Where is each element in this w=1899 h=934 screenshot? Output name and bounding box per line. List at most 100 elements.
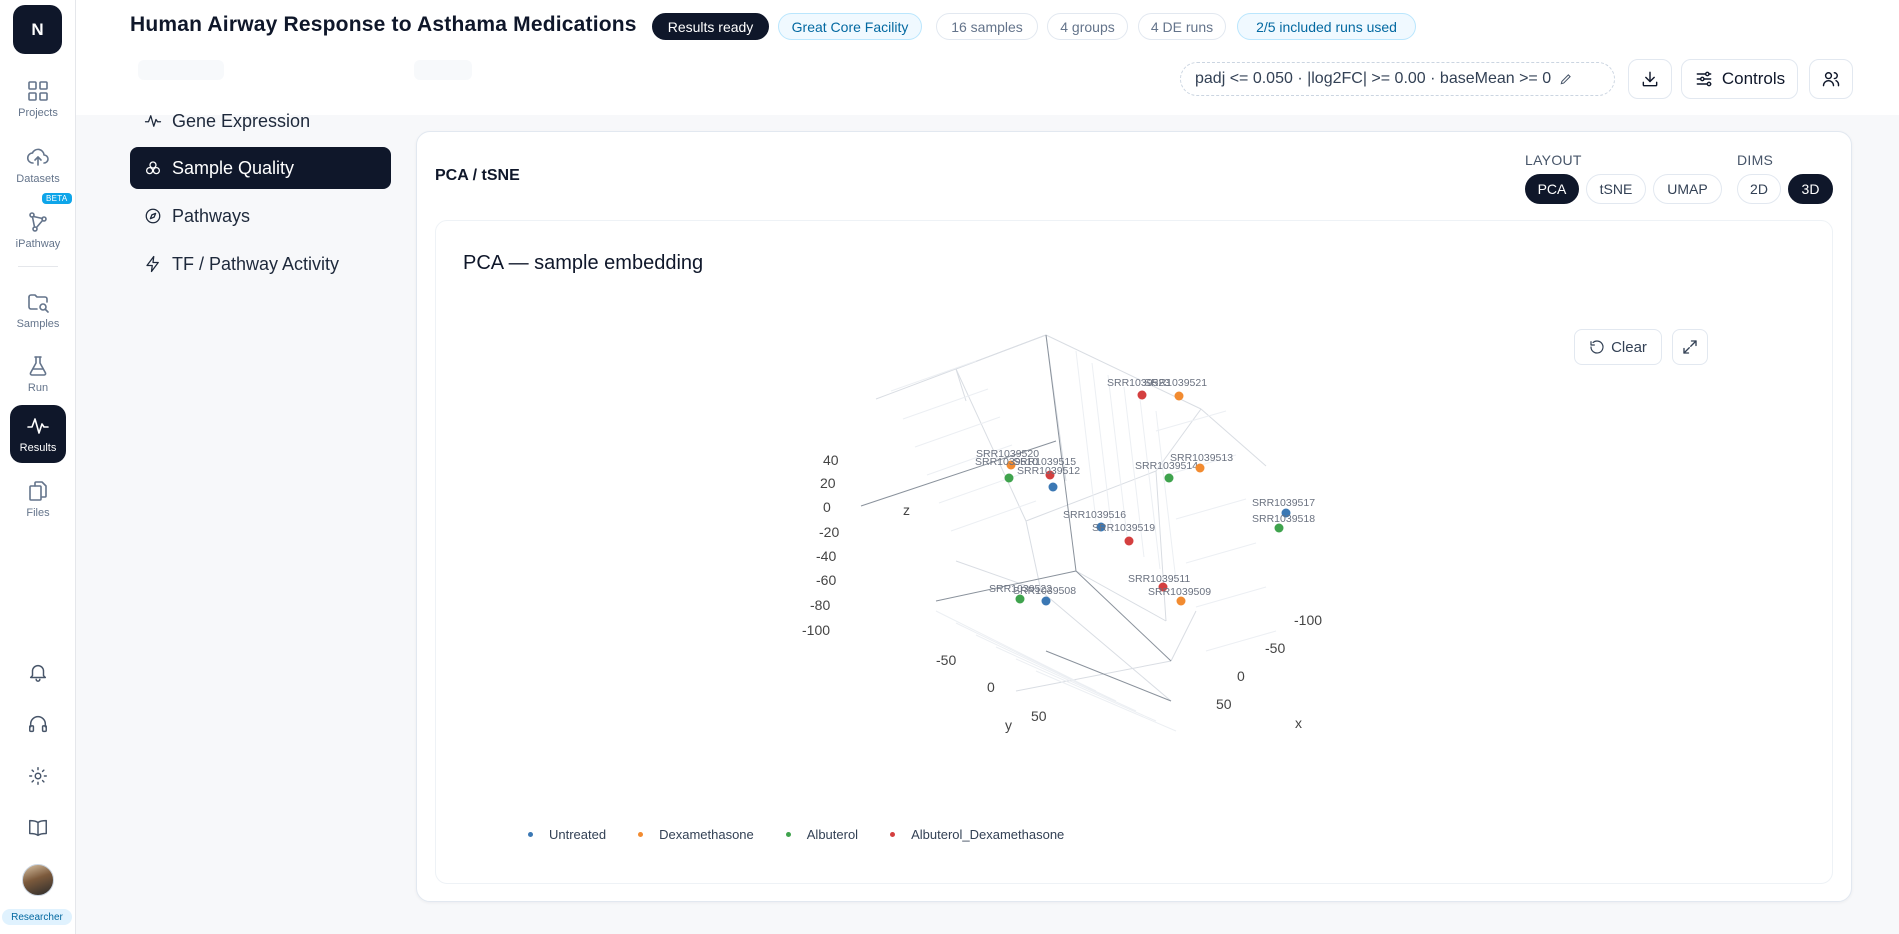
z-tick-label: -60 [816, 572, 836, 588]
headphones-icon [29, 716, 47, 733]
legend-label: Dexamethasone [659, 827, 754, 842]
grid-line [1155, 410, 1227, 432]
clear-button[interactable]: Clear [1574, 329, 1662, 365]
pca-3d-plot[interactable]: 40 20 0 -20 -40 -60 -80 -100 -50 0 50 -100 -50 0 50 z y x… [436, 221, 1832, 883]
runs-used-badge[interactable]: 2/5 included runs used [1237, 13, 1416, 40]
point-srr1039512 [1048, 482, 1058, 492]
point-label: SRR1039511 [1128, 573, 1190, 585]
flask-icon [29, 356, 47, 376]
rotate-ccw-icon [1590, 340, 1604, 354]
dims-option-2d[interactable]: 2D [1737, 174, 1781, 204]
rail-item-samples[interactable]: Samples [10, 281, 66, 339]
app-logo[interactable]: N [13, 5, 62, 54]
download-button[interactable] [1628, 59, 1672, 99]
samples-badge[interactable]: 16 samples [936, 13, 1038, 40]
layout-option-umap[interactable]: UMAP [1653, 174, 1722, 204]
layout-option-tsne[interactable]: tSNE [1586, 174, 1646, 204]
subnav-sample-quality[interactable]: Sample Quality [130, 147, 391, 189]
rail-item-projects[interactable]: Projects [10, 70, 66, 128]
docs-button[interactable] [22, 812, 54, 844]
clear-label: Clear [1611, 338, 1647, 356]
layout-option-pca[interactable]: PCA [1525, 174, 1579, 204]
grid-line [975, 634, 1117, 702]
rail-item-results[interactable]: Results [10, 405, 66, 463]
subnav-pathways[interactable]: Pathways [130, 195, 391, 237]
filter-summary[interactable]: padj <= 0.050 · |log2FC| >= 0.00 · baseM… [1180, 62, 1615, 96]
legend-swatch [785, 832, 791, 837]
z-tick-label: -20 [819, 524, 839, 540]
users-button[interactable] [1809, 59, 1853, 99]
faded-tab [414, 60, 472, 80]
point-label: SRR1039512 [1017, 465, 1080, 477]
rail-label: Results [19, 442, 57, 454]
notifications-button[interactable] [22, 656, 54, 688]
activity-icon [27, 418, 49, 434]
rail-item-run[interactable]: Run [10, 345, 66, 403]
x-tick-label: -100 [1294, 612, 1322, 628]
z-axis-title: z [903, 502, 910, 518]
rail-item-datasets[interactable]: Datasets [10, 136, 66, 194]
role-badge: Researcher [2, 909, 72, 925]
rail-label: iPathway [15, 238, 61, 250]
z-tick-label: 0 [823, 499, 831, 515]
users-icon [1822, 72, 1840, 87]
layout-label: LAYOUT [1525, 152, 1582, 168]
z-tick-label: -80 [810, 597, 830, 613]
rail-label: Datasets [16, 173, 60, 185]
point-label: SRR1039509 [1148, 586, 1211, 598]
panel-title: PCA / tSNE [435, 167, 520, 184]
subnav-gene-expression[interactable]: Gene Expression [130, 100, 391, 142]
page-title: Human Airway Response to Asthama Medicat… [130, 13, 637, 36]
legend-item-albuterol[interactable]: Albuterol [785, 827, 858, 842]
gear-icon [29, 767, 47, 785]
point-srr1039523 [1137, 390, 1147, 400]
sliders-icon [1696, 71, 1712, 87]
dims-option-3d[interactable]: 3D [1788, 174, 1833, 204]
rail-item-ipathway[interactable]: iPathway [10, 201, 66, 259]
subnav-label: TF / Pathway Activity [172, 253, 340, 274]
y-tick-label: 50 [1031, 708, 1047, 724]
point-label: SRR1039513 [1170, 452, 1233, 464]
settings-button[interactable] [22, 760, 54, 792]
grid-line [914, 416, 1001, 448]
z-tick-label: 20 [820, 475, 836, 491]
plot-container: PCA — sample embedding 40 20 0 -20 -40 -60 -80… [435, 220, 1833, 884]
grid-line [1175, 498, 1247, 520]
legend-label: Albuterol_Dexamethasone [911, 827, 1065, 842]
controls-button[interactable]: Controls [1681, 59, 1798, 99]
subnav-tf-pathway-activity[interactable]: TF / Pathway Activity [130, 243, 391, 285]
bell-icon [29, 664, 47, 682]
legend-item-untreated[interactable]: Untreated [528, 827, 606, 842]
grid-line [1075, 350, 1097, 522]
controls-label: Controls [1721, 69, 1786, 88]
grid-line [1185, 542, 1257, 564]
subnav-label: Sample Quality [172, 157, 295, 178]
grid-line [890, 360, 977, 392]
faded-tab [138, 60, 224, 80]
support-button[interactable] [22, 708, 54, 740]
compass-icon [145, 208, 161, 224]
rail-item-files[interactable]: Files [10, 470, 66, 528]
point-label: SRR1039519 [1092, 522, 1155, 534]
point-srr1039521 [1174, 391, 1184, 401]
grid-line [955, 368, 1027, 522]
facility-badge[interactable]: Great Core Facility [778, 13, 922, 40]
de-runs-badge[interactable]: 4 DE runs [1138, 13, 1226, 40]
point-srr1039510 [1004, 473, 1014, 483]
rail-divider [18, 266, 58, 267]
y-axis-title: y [1005, 717, 1012, 733]
circles-icon [145, 161, 161, 175]
legend-item-albuterol-dexamethasone[interactable]: Albuterol_Dexamethasone [890, 827, 1064, 842]
rail-label: Projects [18, 107, 58, 119]
grid-line [1015, 660, 1172, 692]
expand-button[interactable] [1672, 329, 1708, 365]
network-icon [29, 212, 47, 232]
avatar[interactable] [22, 864, 54, 896]
legend: Untreated Dexamethasone Albuterol Albute… [528, 827, 1096, 842]
pencil-icon [1560, 74, 1571, 85]
grid-icon [28, 81, 48, 101]
header: Human Airway Response to Asthama Medicat… [76, 0, 1899, 115]
legend-item-dexamethasone[interactable]: Dexamethasone [638, 827, 754, 842]
app-rail: N Projects Datasets BETA iPathway Sample… [0, 0, 76, 934]
groups-badge[interactable]: 4 groups [1047, 13, 1128, 40]
